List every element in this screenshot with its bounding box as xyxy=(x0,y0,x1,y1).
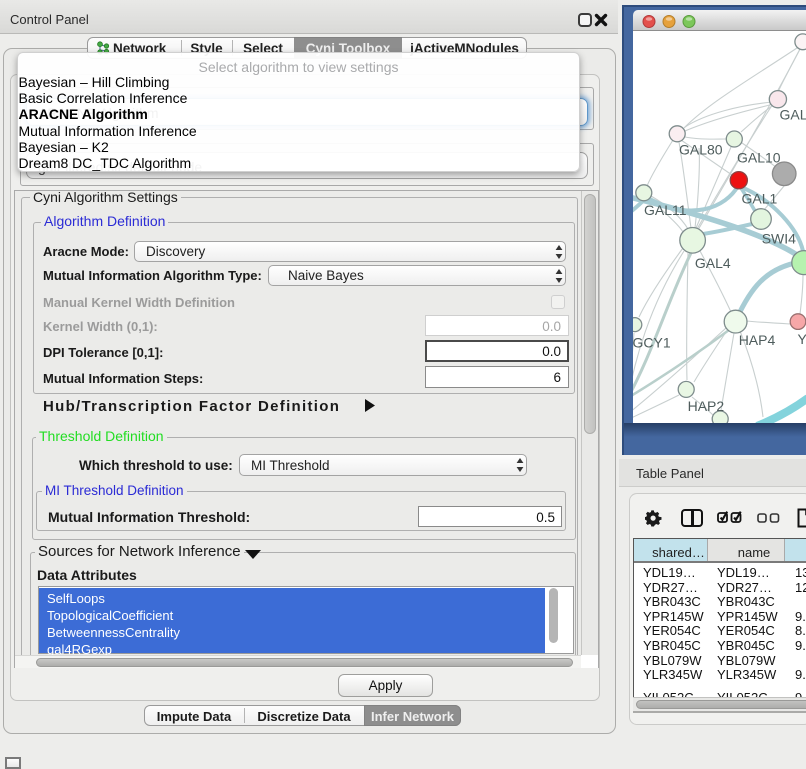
svg-text:GAL80: GAL80 xyxy=(679,142,723,158)
svg-text:SWI4: SWI4 xyxy=(762,231,796,247)
svg-text:GAL10: GAL10 xyxy=(737,149,781,165)
svg-text:GCY1: GCY1 xyxy=(633,335,671,351)
svg-text:GAL1: GAL1 xyxy=(742,191,778,207)
svg-text:GAL7: GAL7 xyxy=(780,107,806,123)
svg-text:GAL11: GAL11 xyxy=(644,202,687,218)
svg-text:HAP4: HAP4 xyxy=(739,332,776,348)
svg-text:YJ: YJ xyxy=(798,331,806,347)
svg-text:HAP2: HAP2 xyxy=(688,398,725,414)
svg-text:GAL4: GAL4 xyxy=(695,255,731,271)
